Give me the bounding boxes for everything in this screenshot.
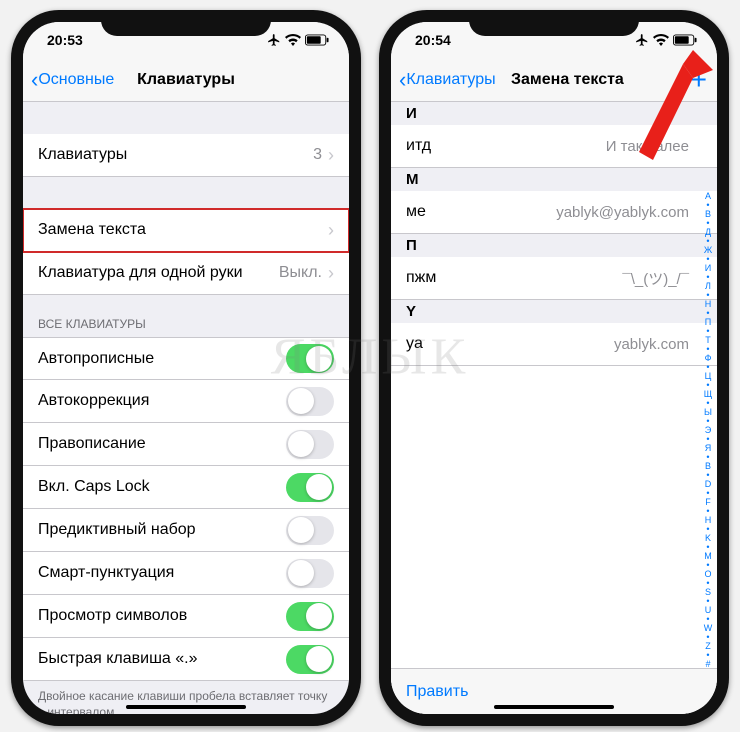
row-keyboards[interactable]: Клавиатуры 3 › <box>23 134 349 177</box>
toggle-autocap[interactable] <box>286 344 334 373</box>
battery-icon <box>305 34 329 46</box>
phrase-text: yablyk.com <box>614 336 689 353</box>
phone-left: 20:53 ‹ Основные Клавиатуры Клавиатуры 3… <box>11 10 361 726</box>
row-label: Автокоррекция <box>38 392 286 410</box>
edit-button[interactable]: Править <box>406 683 468 701</box>
row-detail: Выкл. <box>279 264 322 282</box>
row-dotshort[interactable]: Быстрая клавиша «.» <box>23 638 349 681</box>
nav-bar: ‹ Основные Клавиатуры <box>23 58 349 102</box>
phrase-text: И так далее <box>606 138 689 155</box>
toggle-predict[interactable] <box>286 516 334 545</box>
phone-right: 20:54 ‹ Клавиатуры Замена текста + И итд… <box>379 10 729 726</box>
shortcut-text: ме <box>406 203 426 221</box>
row-label: Просмотр символов <box>38 607 286 625</box>
row-label: Автопрописные <box>38 350 286 368</box>
replacement-row[interactable]: ме yablyk@yablyk.com <box>391 191 717 234</box>
add-button[interactable]: + <box>691 58 707 101</box>
shortcut-text: ya <box>406 335 423 353</box>
section-letter: М <box>391 168 717 191</box>
replacements-content[interactable]: И итд И так далее М ме yablyk@yablyk.com… <box>391 102 717 714</box>
plus-icon: + <box>691 64 707 96</box>
row-capslock[interactable]: Вкл. Caps Lock <box>23 466 349 509</box>
section-letter: П <box>391 234 717 257</box>
shortcut-text: пжм <box>406 269 436 287</box>
notch <box>101 10 271 36</box>
toggle-smartpunc[interactable] <box>286 559 334 588</box>
section-letter: И <box>391 102 717 125</box>
toggle-autocorr[interactable] <box>286 387 334 416</box>
battery-icon <box>673 34 697 46</box>
nav-bar: ‹ Клавиатуры Замена текста + <box>391 58 717 102</box>
section-letter: Y <box>391 300 717 323</box>
chevron-left-icon: ‹ <box>31 69 38 91</box>
nav-back-button[interactable]: ‹ Основные <box>31 69 114 91</box>
row-autocap[interactable]: Автопрописные <box>23 337 349 380</box>
chevron-right-icon: › <box>328 145 334 166</box>
toggle-preview[interactable] <box>286 602 334 631</box>
screen-left: 20:53 ‹ Основные Клавиатуры Клавиатуры 3… <box>23 22 349 714</box>
status-time: 20:53 <box>47 32 83 48</box>
wifi-icon <box>653 34 669 46</box>
section-header-all-keyboards: ВСЕ КЛАВИАТУРЫ <box>23 295 349 337</box>
airplane-icon <box>267 33 281 47</box>
nav-back-button[interactable]: ‹ Клавиатуры <box>399 69 496 91</box>
row-one-handed[interactable]: Клавиатура для одной руки Выкл. › <box>23 252 349 295</box>
toggle-spelling[interactable] <box>286 430 334 459</box>
chevron-left-icon: ‹ <box>399 69 406 91</box>
replacement-row[interactable]: итд И так далее <box>391 125 717 168</box>
settings-content[interactable]: Клавиатуры 3 › Замена текста › Клавиатур… <box>23 102 349 714</box>
home-indicator[interactable] <box>494 705 614 709</box>
screen-right: 20:54 ‹ Клавиатуры Замена текста + И итд… <box>391 22 717 714</box>
row-autocorr[interactable]: Автокоррекция <box>23 380 349 423</box>
row-detail: 3 <box>313 146 322 164</box>
row-label: Клавиатуры <box>38 146 313 164</box>
row-smartpunc[interactable]: Смарт-пунктуация <box>23 552 349 595</box>
row-label: Замена текста <box>38 221 328 239</box>
footer-double-space: Двойное касание клавиши пробела вставляе… <box>23 681 349 714</box>
notch <box>469 10 639 36</box>
phrase-text: ¯\_(ツ)_/¯ <box>622 268 689 289</box>
row-predict[interactable]: Предиктивный набор <box>23 509 349 552</box>
row-spelling[interactable]: Правописание <box>23 423 349 466</box>
row-label: Быстрая клавиша «.» <box>38 650 286 668</box>
section-index[interactable]: А•В•Д•Ж•И•Л•Н•П•Т•Ф•Ц•Щ•Ы•Э•Я•B•D•F•H•K•… <box>701 192 715 654</box>
nav-back-label: Клавиатуры <box>406 71 495 89</box>
row-label: Клавиатура для одной руки <box>38 264 279 282</box>
nav-back-label: Основные <box>38 71 114 89</box>
toggle-capslock[interactable] <box>286 473 334 502</box>
home-indicator[interactable] <box>126 705 246 709</box>
wifi-icon <box>285 34 301 46</box>
status-time: 20:54 <box>415 32 451 48</box>
phrase-text: yablyk@yablyk.com <box>556 204 689 221</box>
row-label: Правописание <box>38 435 286 453</box>
row-text-replacement[interactable]: Замена текста › <box>23 209 349 252</box>
chevron-right-icon: › <box>328 220 334 241</box>
status-icons <box>267 33 329 47</box>
chevron-right-icon: › <box>328 263 334 284</box>
row-label: Вкл. Caps Lock <box>38 478 286 496</box>
shortcut-text: итд <box>406 137 431 155</box>
replacement-row[interactable]: пжм ¯\_(ツ)_/¯ <box>391 257 717 300</box>
row-preview[interactable]: Просмотр символов <box>23 595 349 638</box>
row-label: Смарт-пунктуация <box>38 564 286 582</box>
airplane-icon <box>635 33 649 47</box>
replacement-row[interactable]: ya yablyk.com <box>391 323 717 366</box>
toggle-dotshort[interactable] <box>286 645 334 674</box>
row-label: Предиктивный набор <box>38 521 286 539</box>
status-icons <box>635 33 697 47</box>
